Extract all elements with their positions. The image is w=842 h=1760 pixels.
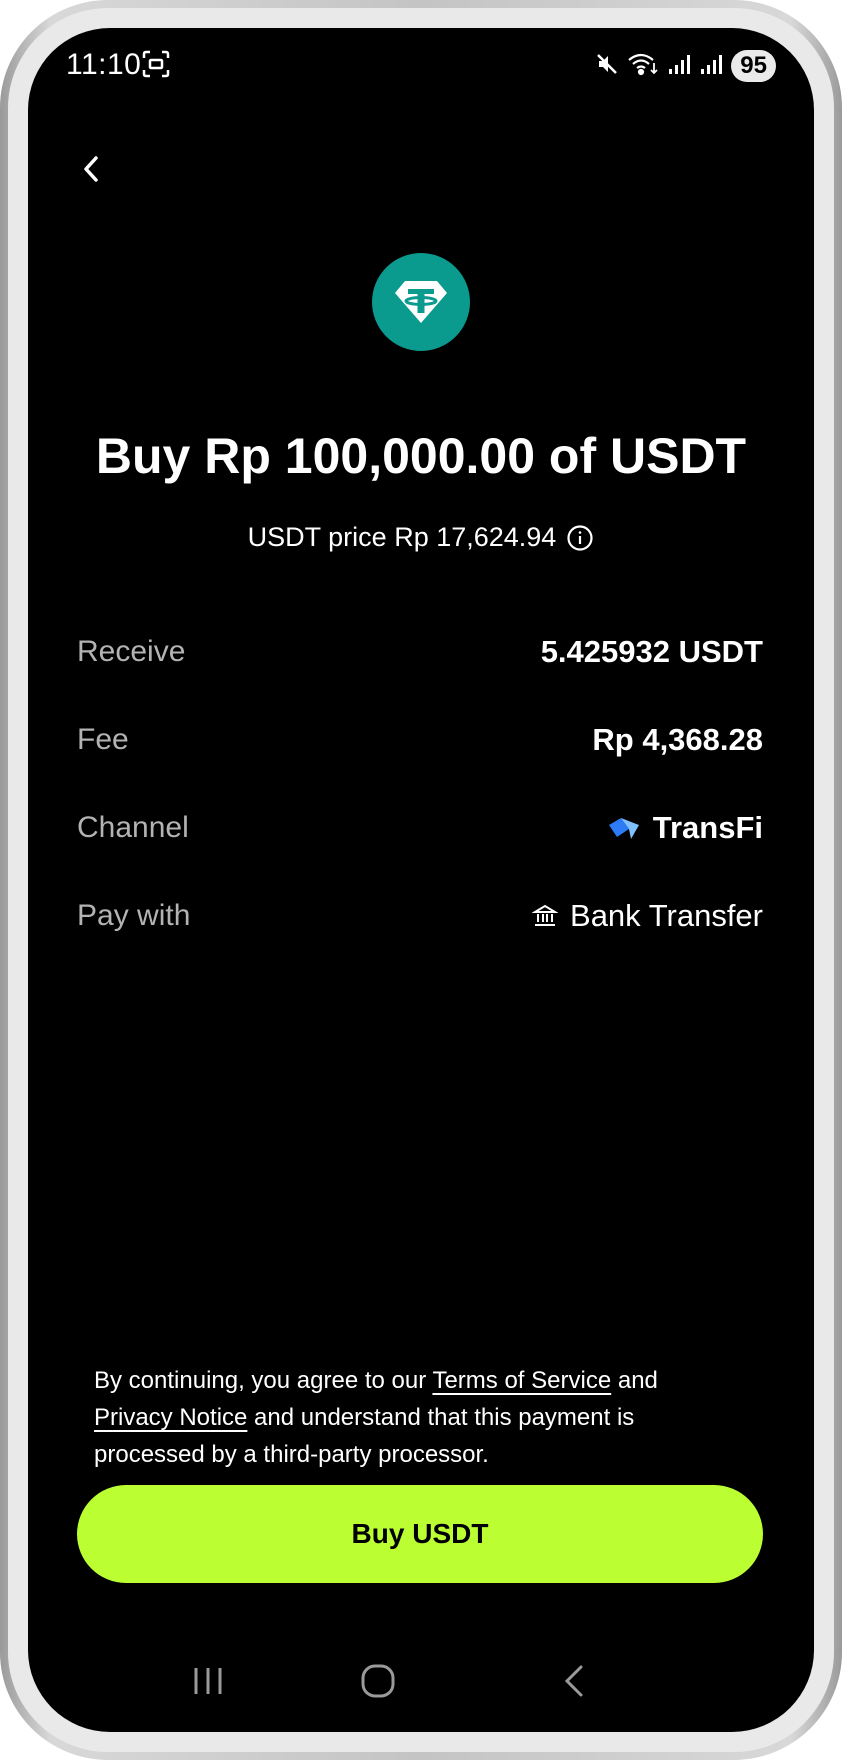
channel-label: Channel	[77, 811, 189, 844]
back-button[interactable]	[68, 146, 114, 192]
signal-icon	[667, 52, 691, 81]
status-bar: 11:10 95	[28, 28, 814, 108]
channel-row: Channel TransFi	[77, 784, 763, 872]
terms-of-service-link[interactable]: Terms of Service	[432, 1367, 611, 1394]
receive-row: Receive 5.425932 USDT	[77, 608, 763, 696]
price-text: USDT price Rp 17,624.94	[247, 522, 557, 552]
tether-logo	[372, 253, 470, 351]
chevron-left-icon	[84, 156, 98, 182]
transfi-logo-icon	[608, 818, 639, 839]
bank-icon	[532, 904, 559, 926]
screenshot-icon	[142, 50, 170, 83]
battery-badge: 95	[731, 50, 776, 82]
wifi-icon	[627, 51, 659, 82]
buy-usdt-button[interactable]: Buy USDT	[77, 1485, 763, 1583]
price-line: USDT price Rp 17,624.94	[28, 522, 814, 553]
channel-name: TransFi	[652, 810, 763, 845]
receive-label: Receive	[77, 635, 186, 668]
fee-row: Fee Rp 4,368.28	[77, 696, 763, 784]
legal-disclaimer: By continuing, you agree to our Terms of…	[94, 1362, 734, 1473]
pay-with-row: Pay with Bank Transfer	[77, 872, 763, 960]
order-details: Receive 5.425932 USDT Fee Rp 4,368.28 Ch…	[77, 608, 763, 960]
fee-label: Fee	[77, 723, 129, 756]
status-time: 11:10	[66, 48, 142, 81]
legal-text-2: and	[611, 1367, 658, 1394]
home-icon[interactable]	[348, 1656, 408, 1706]
legal-text-1: By continuing, you agree to our	[94, 1367, 433, 1394]
phone-frame: 11:10 95 Buy Rp 100,000.00 of USDT USDT …	[0, 0, 842, 1760]
screen: 11:10 95 Buy Rp 100,000.00 of USDT USDT …	[28, 28, 814, 1732]
recent-apps-icon[interactable]	[178, 1656, 238, 1706]
status-icons: 95	[595, 48, 776, 84]
channel-value: TransFi	[607, 810, 763, 846]
pay-method-name: Bank Transfer	[570, 898, 763, 933]
system-nav-bar	[28, 1656, 814, 1706]
fee-value: Rp 4,368.28	[592, 722, 763, 757]
pay-with-label: Pay with	[77, 899, 191, 932]
page-title: Buy Rp 100,000.00 of USDT	[95, 428, 747, 484]
pay-with-value: Bank Transfer	[532, 898, 763, 934]
receive-value: 5.425932 USDT	[540, 634, 763, 669]
mute-icon	[595, 52, 619, 81]
info-icon[interactable]	[566, 524, 594, 552]
back-nav-icon[interactable]	[544, 1656, 604, 1706]
privacy-notice-link[interactable]: Privacy Notice	[94, 1404, 247, 1431]
signal-icon	[699, 52, 723, 81]
